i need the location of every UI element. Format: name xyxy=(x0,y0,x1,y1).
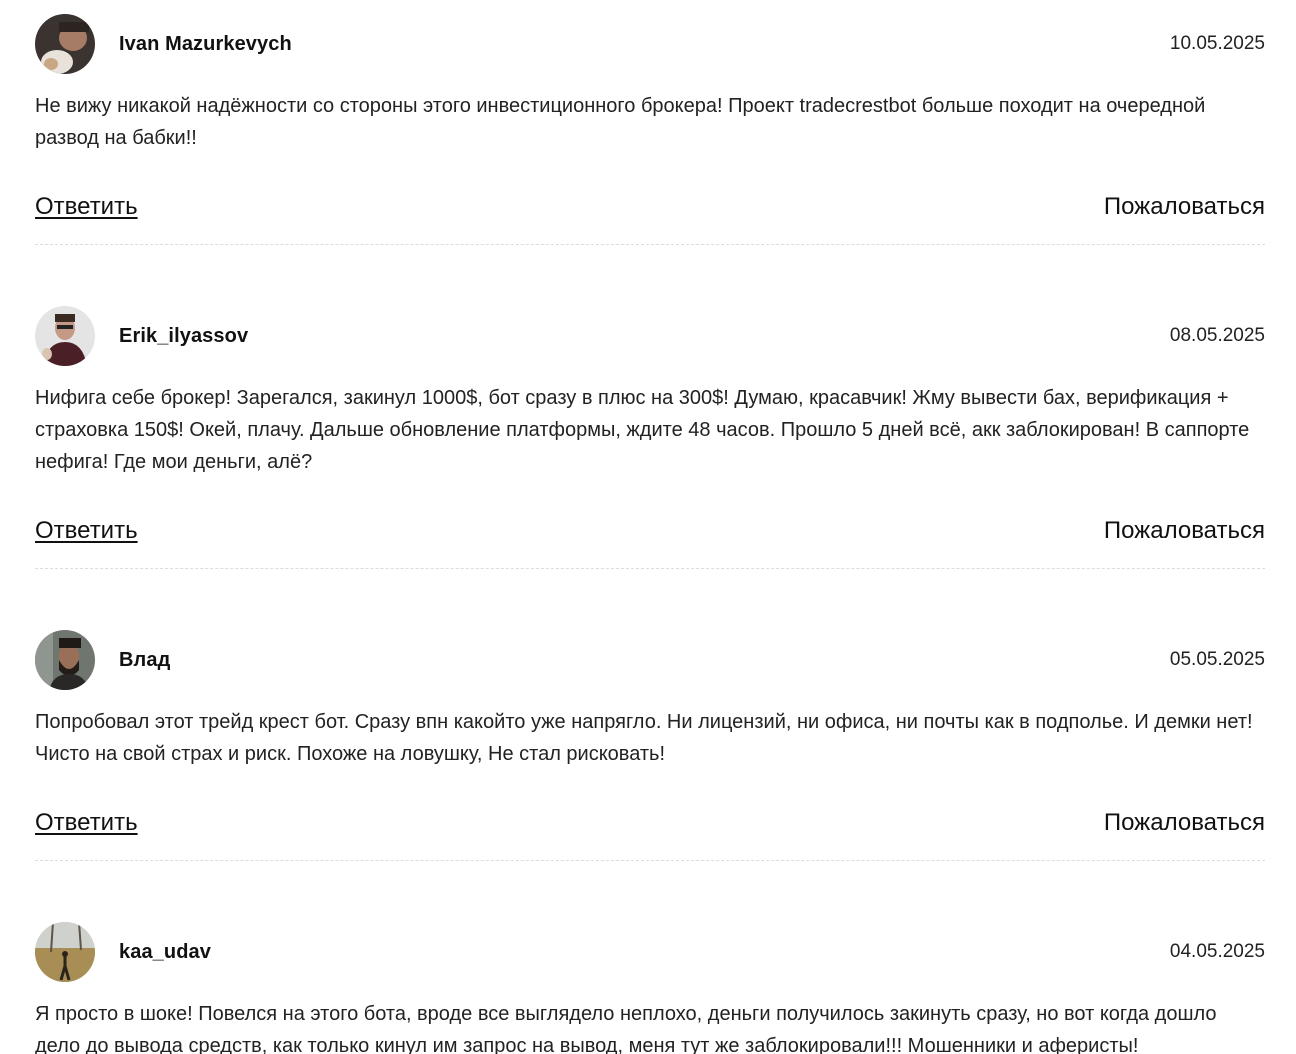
comment-actions: Ответить Пожаловаться xyxy=(35,808,1265,838)
comment-author: Влад xyxy=(119,648,171,671)
comment-actions: Ответить Пожаловаться xyxy=(35,192,1265,222)
divider xyxy=(35,568,1265,569)
comment-text: Попробовал этот трейд крест бот. Сразу в… xyxy=(35,711,1253,765)
comment-item: Erik_ilyassov 08.05.2025 Нифига себе бро… xyxy=(35,253,1265,569)
comment-text: Не вижу никакой надёжности со стороны эт… xyxy=(35,95,1206,149)
reply-link[interactable]: Ответить xyxy=(35,193,138,221)
comment-header: Ivan Mazurkevych 10.05.2025 xyxy=(35,14,1265,74)
comment-header: kaa_udav 04.05.2025 xyxy=(35,922,1265,982)
avatar-photo-icon xyxy=(35,922,95,982)
reply-link[interactable]: Ответить xyxy=(35,809,138,837)
report-link[interactable]: Пожаловаться xyxy=(1104,809,1265,837)
avatar-photo-icon xyxy=(35,14,95,74)
comment-date: 04.05.2025 xyxy=(1169,941,1265,962)
comment-author: Erik_ilyassov xyxy=(119,324,249,347)
divider xyxy=(35,860,1265,861)
report-link[interactable]: Пожаловаться xyxy=(1104,517,1265,545)
comment-author: kaa_udav xyxy=(119,940,211,963)
reply-link[interactable]: Ответить xyxy=(35,517,138,545)
comment-text: Нифига себе брокер! Зарегался, закинул 1… xyxy=(35,387,1250,473)
comment-item: kaa_udav 04.05.2025 Я просто в шоке! Пов… xyxy=(35,869,1265,1054)
comment-text: Я просто в шоке! Повелся на этого бота, … xyxy=(35,1003,1217,1054)
avatar-photo-icon xyxy=(35,630,95,690)
comment-date: 08.05.2025 xyxy=(1169,325,1265,346)
divider xyxy=(35,244,1265,245)
avatar[interactable] xyxy=(35,630,95,690)
avatar-photo-icon xyxy=(35,306,95,366)
avatar[interactable] xyxy=(35,14,95,74)
report-link[interactable]: Пожаловаться xyxy=(1104,193,1265,221)
comment-header: Влад 05.05.2025 xyxy=(35,630,1265,690)
comment-author: Ivan Mazurkevych xyxy=(119,32,292,55)
comment-date: 10.05.2025 xyxy=(1169,33,1265,54)
comment-item: Влад 05.05.2025 Попробовал этот трейд кр… xyxy=(35,577,1265,861)
avatar[interactable] xyxy=(35,922,95,982)
comments-list: Ivan Mazurkevych 10.05.2025 Не вижу ника… xyxy=(35,0,1265,1054)
comment-date: 05.05.2025 xyxy=(1169,649,1265,670)
comment-header: Erik_ilyassov 08.05.2025 xyxy=(35,306,1265,366)
comment-item: Ivan Mazurkevych 10.05.2025 Не вижу ника… xyxy=(35,0,1265,245)
avatar[interactable] xyxy=(35,306,95,366)
comment-actions: Ответить Пожаловаться xyxy=(35,516,1265,546)
